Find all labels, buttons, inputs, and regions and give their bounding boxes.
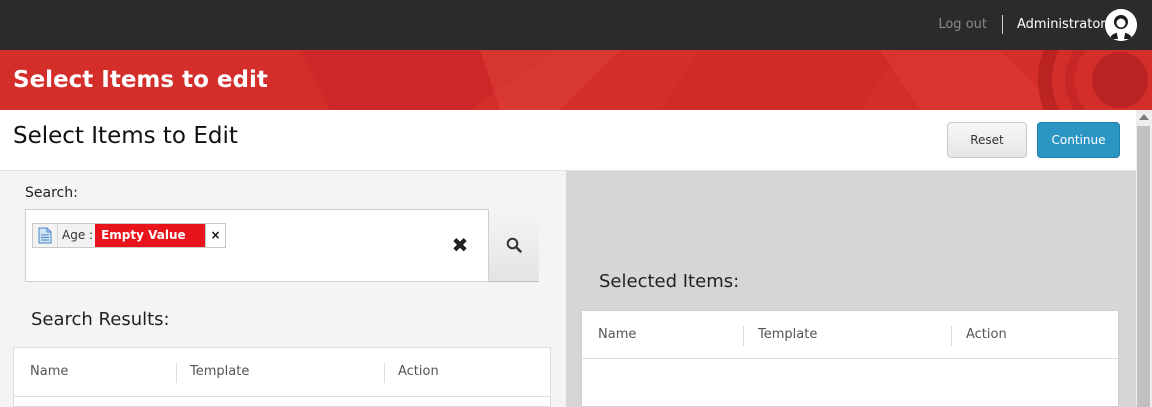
token-field-label: Age :: [62, 228, 94, 242]
page-title: Select Items to Edit: [13, 123, 238, 149]
page-header: Select Items to Edit Reset Continue: [0, 110, 1136, 171]
continue-button[interactable]: Continue: [1037, 122, 1120, 158]
column-divider: [743, 326, 744, 346]
table-header-row: Name Template Action: [14, 348, 550, 397]
column-header-name[interactable]: Name: [30, 364, 68, 379]
top-navigation-bar: Log out Administrator: [0, 0, 1152, 50]
magnifier-icon: [506, 237, 522, 253]
token-value[interactable]: Empty Value: [95, 224, 206, 247]
username-label: Administrator: [1017, 17, 1106, 32]
selected-items-panel: Selected Items: Name Template Action: [566, 171, 1136, 407]
search-label: Search:: [25, 185, 78, 201]
column-divider: [176, 363, 177, 383]
token-remove-icon[interactable]: ×: [205, 224, 226, 247]
search-results-title: Search Results:: [31, 309, 170, 330]
logout-link[interactable]: Log out: [938, 17, 987, 32]
app-header-banner: Select Items to edit: [0, 50, 1152, 110]
selected-items-title: Selected Items:: [599, 271, 740, 292]
topbar-divider: [1002, 15, 1003, 34]
search-filter-token[interactable]: Age : Empty Value ×: [32, 223, 227, 248]
selected-items-table: Name Template Action: [581, 310, 1119, 407]
scrollbar-thumb[interactable]: [1137, 126, 1150, 407]
column-divider: [384, 363, 385, 383]
document-icon: [33, 224, 58, 247]
column-header-template[interactable]: Template: [758, 327, 817, 342]
table-header-row: Name Template Action: [582, 311, 1118, 359]
banner-title: Select Items to edit: [13, 67, 268, 93]
search-results-table: Name Template Action: [13, 347, 551, 407]
scroll-up-arrow-icon[interactable]: [1139, 114, 1149, 120]
reset-button[interactable]: Reset: [947, 122, 1027, 158]
column-header-action[interactable]: Action: [966, 327, 1007, 342]
column-header-action[interactable]: Action: [398, 364, 439, 379]
search-input[interactable]: Age : Empty Value × ✖: [25, 209, 539, 282]
column-header-template[interactable]: Template: [190, 364, 249, 379]
search-button[interactable]: [488, 209, 539, 282]
search-panel: Search: Age : Empty Value × ✖ Search Res…: [0, 171, 566, 407]
column-header-name[interactable]: Name: [598, 327, 636, 342]
user-avatar-icon[interactable]: [1105, 9, 1137, 41]
clear-x-icon[interactable]: ✖: [450, 235, 470, 255]
column-divider: [951, 326, 952, 346]
